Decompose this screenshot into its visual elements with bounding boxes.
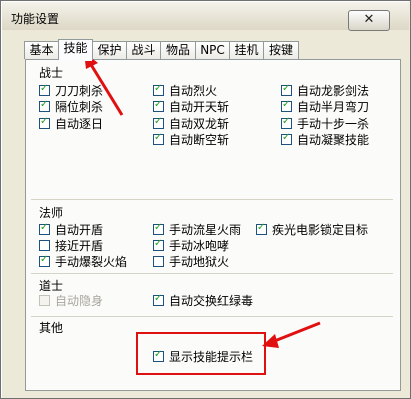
arrow-to-skill-bar-option <box>262 321 321 348</box>
arrow-to-skills-tab <box>84 52 124 116</box>
tab-skills[interactable]: 技能 <box>58 39 93 61</box>
